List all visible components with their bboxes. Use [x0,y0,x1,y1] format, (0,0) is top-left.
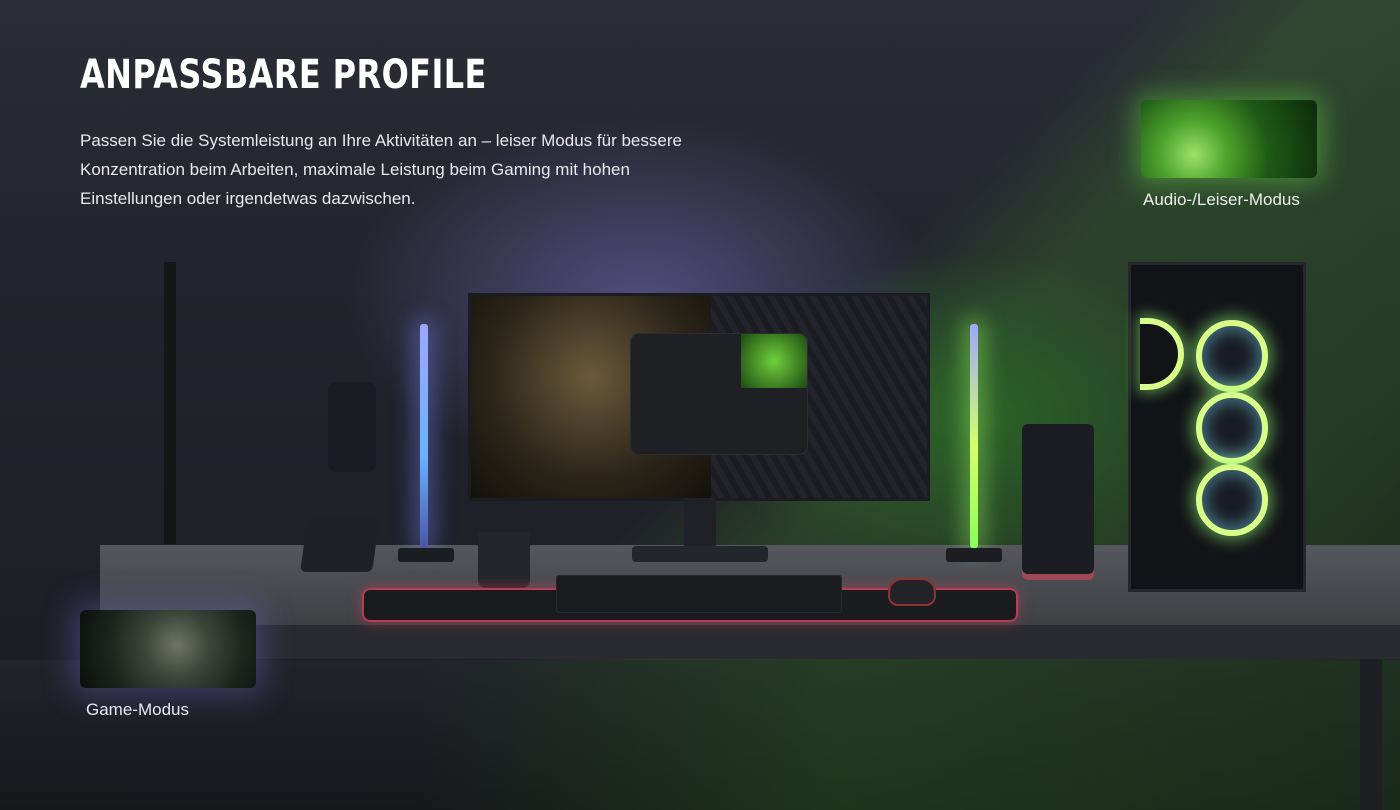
light-bar-right [970,324,978,548]
media-player-artwork [741,334,807,388]
stream-deck [300,516,380,572]
page-title: ANPASSBARE PROFILE [80,52,487,98]
mode-thumbnail-audio[interactable] [1141,100,1317,178]
page-description: Passen Sie die Systemleistung an Ihre Ak… [80,131,682,208]
pc-fan-top [1196,320,1268,392]
pc-fan-bottom [1196,464,1268,536]
mouse [888,578,936,606]
profile-hero-scene: ANPASSBARE PROFILE Passen Sie die System… [0,0,1400,810]
headset-on-stand [1022,424,1094,574]
light-bar-left-base [398,548,454,562]
keyboard [556,575,842,613]
microphone-arm [164,262,176,544]
media-player-widget [631,334,807,454]
monitor-stand [684,498,716,548]
pc-fan-middle [1196,392,1268,464]
desk-leg [1360,659,1382,810]
mode-thumbnail-game[interactable] [80,610,256,688]
microphone [328,382,376,472]
light-bar-left [420,324,428,548]
desk-front-edge [100,625,1400,659]
mode-card-game[interactable]: Game-Modus [80,610,256,720]
mode-label-audio[interactable]: Audio-/Leiser-Modus [1143,190,1317,210]
light-bar-right-base [946,548,1002,562]
mug [478,532,530,588]
monitor [468,293,930,501]
monitor-stand-base [632,546,768,562]
mode-card-audio[interactable]: Audio-/Leiser-Modus [1141,100,1317,210]
mode-label-game[interactable]: Game-Modus [86,700,256,720]
